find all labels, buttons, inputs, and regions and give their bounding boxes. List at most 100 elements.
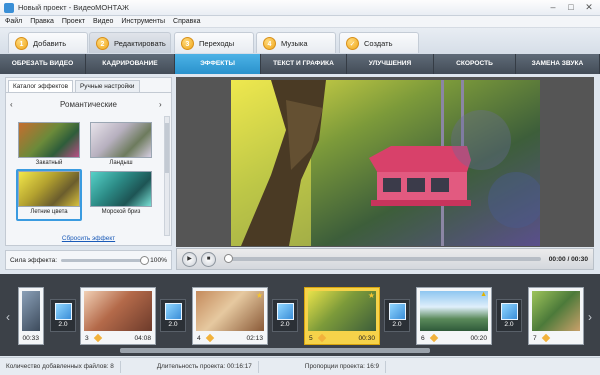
clip-number: 3: [85, 335, 89, 342]
timeline-clip-selected[interactable]: ★ 5 00:30: [304, 287, 380, 345]
timeline-clip[interactable]: 7: [528, 287, 584, 345]
strength-label: Сила эффекта:: [10, 256, 58, 264]
chevron-right-icon[interactable]: ›: [588, 310, 592, 324]
pencil-icon[interactable]: [93, 333, 103, 343]
edit-tabs: ОБРЕЗАТЬ ВИДЕО КАДРИРОВАНИЕ ЭФФЕКТЫ ТЕКС…: [0, 54, 600, 74]
tab-text-graphics[interactable]: ТЕКСТ И ГРАФИКА: [261, 54, 347, 74]
warning-icon: ▲: [480, 291, 487, 298]
star-icon: ★: [367, 291, 375, 300]
reset-effect-link[interactable]: Сбросить эффект: [6, 235, 171, 242]
step-create[interactable]: ✓ Создать: [339, 32, 419, 53]
chevron-right-icon[interactable]: ›: [159, 100, 162, 109]
timeline-clip[interactable]: 3 04:08: [80, 287, 156, 345]
video-preview: [176, 77, 594, 247]
window-title: Новый проект - ВидеоМОНТАЖ: [18, 3, 129, 12]
menu-video[interactable]: Видео: [93, 18, 113, 25]
step-edit[interactable]: 2 Редактировать: [89, 32, 171, 53]
menu-bar: Файл Правка Проект Видео Инструменты Спр…: [0, 16, 600, 28]
clip-thumbnail: [308, 291, 376, 331]
timeline-clip[interactable]: ★ 4 02:13: [192, 287, 268, 345]
clip-duration: 00:30: [358, 335, 375, 342]
transition-slot[interactable]: 2.0: [160, 299, 186, 332]
transition-icon: [501, 303, 518, 320]
transition-duration: 2.0: [280, 321, 290, 328]
effect-thumb-summer-colors[interactable]: [18, 171, 80, 207]
transition-slot[interactable]: 2.0: [496, 299, 522, 332]
clip-number: 4: [197, 335, 201, 342]
subtab-manual-settings[interactable]: Ручные настройки: [75, 80, 140, 92]
subtab-effects-catalog[interactable]: Каталог эффектов: [8, 80, 74, 92]
pencil-icon[interactable]: [429, 333, 439, 343]
stop-button[interactable]: ■: [201, 251, 216, 267]
player-controls: ▶ ■ 00:00 / 00:30: [176, 248, 594, 270]
chevron-left-icon[interactable]: ‹: [6, 310, 10, 324]
effect-thumb-label: Морской бриз: [101, 209, 141, 215]
effect-thumb-sea-breeze[interactable]: [90, 171, 152, 207]
timeline-clip[interactable]: ▲ 6 00:20: [416, 287, 492, 345]
transition-icon: [277, 303, 294, 320]
maximize-button[interactable]: □: [566, 2, 576, 12]
effects-panel: Каталог эффектов Ручные настройки ‹ Рома…: [5, 77, 172, 246]
transition-duration: 2.0: [58, 321, 68, 328]
strength-slider[interactable]: [61, 255, 150, 265]
transition-duration: 2.0: [504, 321, 514, 328]
tab-enhancements[interactable]: УЛУЧШЕНИЯ: [347, 54, 434, 74]
scrollbar-thumb[interactable]: [165, 123, 169, 173]
effect-thumb-lily[interactable]: [90, 122, 152, 158]
step-number-badge: ✓: [346, 36, 359, 50]
play-button[interactable]: ▶: [182, 251, 197, 267]
clip-duration: 00:33: [22, 335, 39, 342]
transition-icon: [389, 303, 406, 320]
clip-duration: 00:20: [470, 335, 487, 342]
menu-help[interactable]: Справка: [173, 18, 200, 25]
step-add[interactable]: 1 Добавить: [8, 32, 88, 53]
effect-thumb-label: Ландыш: [109, 160, 133, 166]
close-button[interactable]: ✕: [584, 2, 594, 12]
effects-subtabs: Каталог эффектов Ручные настройки: [6, 78, 171, 93]
step-transitions[interactable]: 3 Переходы: [174, 32, 254, 53]
scrollbar-thumb[interactable]: [120, 348, 430, 353]
transition-slot[interactable]: 2.0: [272, 299, 298, 332]
effect-category: Романтические: [60, 100, 117, 109]
tab-replace-audio[interactable]: ЗАМЕНА ЗВУКА: [516, 54, 600, 74]
step-label: Редактировать: [114, 38, 166, 48]
tab-speed[interactable]: СКОРОСТЬ: [434, 54, 516, 74]
menu-file[interactable]: Файл: [5, 18, 22, 25]
slider-knob[interactable]: [140, 255, 150, 265]
transition-slot[interactable]: 2.0: [384, 299, 410, 332]
pencil-icon[interactable]: [541, 333, 551, 343]
menu-edit[interactable]: Правка: [30, 18, 54, 25]
effects-scrollbar[interactable]: [164, 116, 170, 236]
tab-crop[interactable]: КАДРИРОВАНИЕ: [86, 54, 175, 74]
transition-slot[interactable]: 2.0: [50, 299, 76, 332]
app-icon: [4, 2, 14, 13]
menu-project[interactable]: Проект: [62, 18, 85, 25]
status-files-count: Количество добавленных файлов: 8: [0, 360, 121, 373]
timeline: ‹ 00:33 2.0 3 04:08 2.0 ★ 4 02:13 2.0 ★ …: [0, 274, 600, 356]
playback-time: 00:00 / 00:30: [548, 255, 588, 263]
seek-knob[interactable]: [224, 254, 233, 263]
clip-number: 5: [309, 335, 313, 342]
clip-duration: 04:08: [134, 335, 151, 342]
clip-thumbnail: [420, 291, 488, 331]
step-number-badge: 1: [15, 36, 28, 50]
tab-trim-video[interactable]: ОБРЕЗАТЬ ВИДЕО: [0, 54, 86, 74]
menu-tools[interactable]: Инструменты: [121, 18, 165, 25]
minimize-button[interactable]: –: [548, 2, 558, 12]
clip-duration: 02:13: [246, 335, 263, 342]
seek-bar[interactable]: [224, 254, 541, 263]
transition-duration: 2.0: [392, 321, 402, 328]
timeline-scrollbar[interactable]: [120, 348, 430, 353]
step-label: Музыка: [281, 38, 308, 48]
tab-effects[interactable]: ЭФФЕКТЫ: [175, 54, 261, 74]
status-project-duration: Длительность проекта: 00:16:17: [151, 360, 259, 373]
pencil-icon[interactable]: [317, 333, 327, 343]
step-label: Создать: [364, 38, 393, 48]
clip-thumbnail: [22, 291, 40, 331]
step-music[interactable]: 4 Музыка: [256, 32, 336, 53]
step-number-badge: 3: [181, 36, 194, 50]
timeline-clip[interactable]: 00:33: [18, 287, 44, 345]
effect-thumb-sunset[interactable]: [18, 122, 80, 158]
pencil-icon[interactable]: [205, 333, 215, 343]
effect-thumb-label: Летние цвета: [30, 209, 68, 215]
